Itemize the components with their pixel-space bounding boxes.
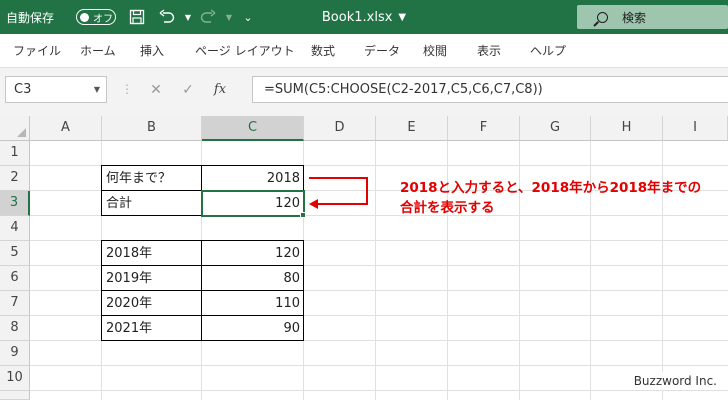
toggle-knob — [80, 12, 89, 22]
fill-handle[interactable] — [300, 212, 306, 218]
column-header-h[interactable]: H — [591, 116, 663, 141]
row-header-1[interactable]: 1 — [0, 141, 30, 166]
enter-icon[interactable]: ✓ — [172, 82, 204, 98]
row-header-5[interactable]: 5 — [0, 241, 30, 266]
column-header-g[interactable]: G — [520, 116, 591, 141]
row-header-8[interactable]: 8 — [0, 316, 30, 341]
chevron-down-icon[interactable]: ▼ — [398, 12, 406, 23]
search-placeholder: 検索 — [622, 10, 647, 25]
row-header-7[interactable]: 7 — [0, 291, 30, 316]
watermark: Buzzword Inc. — [628, 372, 722, 390]
autosave-label: 自動保存 — [6, 10, 55, 25]
row-header-2[interactable]: 2 — [0, 166, 30, 191]
column-header-d[interactable]: D — [304, 116, 376, 141]
search-box[interactable]: 検索 — [577, 5, 728, 29]
autosave-toggle[interactable]: オフ — [76, 9, 116, 25]
document-title[interactable]: Book1.xlsx — [322, 10, 393, 25]
customize-toolbar-icon[interactable]: ⌄ — [236, 0, 260, 34]
title-bar: 自動保存 オフ ▼ ▼ ⌄ Book1.xlsx ▼ 検索 — [0, 0, 728, 34]
tab-help[interactable]: ヘルプ — [530, 34, 566, 68]
column-header-c[interactable]: C — [202, 116, 304, 141]
annotation-line-2: 合計を表示する — [400, 200, 495, 216]
tab-formulas[interactable]: 数式 — [311, 34, 335, 68]
tab-data[interactable]: データ — [364, 34, 400, 68]
separator-dots-icon: ⋮ — [121, 82, 133, 96]
tab-home[interactable]: ホーム — [80, 34, 116, 68]
column-header-f[interactable]: F — [448, 116, 520, 141]
column-header-e[interactable]: E — [376, 116, 448, 141]
formula-input[interactable]: =SUM(C5:CHOOSE(C2-2017,C5,C6,C7,C8)) — [252, 76, 728, 103]
row-header-10[interactable]: 10 — [0, 366, 30, 391]
search-icon — [597, 11, 608, 23]
save-icon[interactable] — [125, 0, 149, 34]
row-header-3[interactable]: 3 — [0, 191, 30, 216]
active-cell-selection — [201, 190, 305, 217]
row-header-9[interactable]: 9 — [0, 341, 30, 366]
formula-bar-area: C3 ▼ ⋮ ✕ ✓ fx =SUM(C5:CHOOSE(C2-2017,C5,… — [0, 68, 728, 116]
ribbon-tabs: ファイル ホーム 挿入 ページ レイアウト 数式 データ 校閲 表示 ヘルプ — [0, 34, 728, 68]
select-all-button[interactable] — [0, 116, 30, 141]
row-header-11[interactable] — [0, 391, 30, 400]
formula-buttons: ✕ ✓ fx — [140, 76, 236, 103]
name-box-value: C3 — [14, 82, 32, 97]
annotation-arrow-icon — [309, 177, 368, 209]
chevron-down-icon[interactable]: ▼ — [94, 77, 100, 102]
column-header-b[interactable]: B — [102, 116, 202, 141]
row-header-6[interactable]: 6 — [0, 266, 30, 291]
insert-function-icon[interactable]: fx — [204, 82, 236, 97]
annotation-line-1: 2018と入力すると、2018年から2018年までの — [400, 180, 702, 196]
tab-insert[interactable]: 挿入 — [140, 34, 164, 68]
tab-page-layout[interactable]: ページ レイアウト — [195, 34, 295, 68]
tab-review[interactable]: 校閲 — [423, 34, 447, 68]
autosave-state: オフ — [93, 13, 113, 25]
cancel-icon[interactable]: ✕ — [140, 82, 172, 98]
name-box[interactable]: C3 ▼ — [5, 76, 107, 103]
column-header-i[interactable]: I — [663, 116, 728, 141]
row-header-4[interactable]: 4 — [0, 216, 30, 241]
tab-file[interactable]: ファイル — [13, 34, 61, 68]
column-header-a[interactable]: A — [30, 116, 102, 141]
tab-view[interactable]: 表示 — [477, 34, 501, 68]
